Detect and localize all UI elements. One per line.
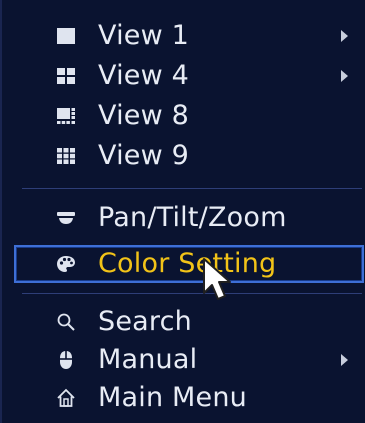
mouse-pointer-icon	[203, 258, 231, 300]
mouse-icon	[56, 350, 76, 370]
menu-item-view-4[interactable]: View 4	[2, 56, 365, 96]
menu-item-label: View 9	[98, 139, 190, 171]
submenu-arrow-icon	[341, 70, 348, 82]
menu-item-view-9[interactable]: View 9	[2, 136, 365, 176]
menu-item-label: Search	[98, 305, 192, 337]
menu-item-view-8[interactable]: View 8	[2, 96, 365, 136]
menu-divider	[22, 188, 362, 189]
quad-view-icon	[56, 66, 76, 86]
palette-icon	[56, 254, 76, 274]
menu-item-pan-tilt-zoom[interactable]: Pan/Tilt/Zoom	[2, 198, 365, 238]
menu-item-label: View 1	[98, 19, 190, 51]
home-icon	[56, 388, 76, 408]
menu-item-color-setting[interactable]: Color Setting	[14, 245, 364, 283]
context-menu: View 1 View 4 View 8 View 9 Pan/Tilt/Zoo…	[0, 0, 365, 423]
menu-item-label: View 8	[98, 99, 190, 131]
submenu-arrow-icon	[341, 30, 348, 42]
menu-divider	[22, 293, 362, 294]
menu-item-search[interactable]: Search	[2, 302, 365, 342]
menu-item-label: Pan/Tilt/Zoom	[98, 201, 287, 233]
single-view-icon	[56, 26, 76, 46]
menu-item-label: Manual	[98, 343, 198, 375]
nine-view-icon	[56, 146, 76, 166]
menu-item-view-1[interactable]: View 1	[2, 16, 365, 56]
menu-item-main-menu[interactable]: Main Menu	[2, 378, 365, 418]
ptz-camera-icon	[56, 208, 76, 228]
menu-item-label: Main Menu	[98, 381, 247, 413]
menu-item-label: Color Setting	[98, 247, 277, 279]
menu-item-label: View 4	[98, 59, 190, 91]
eight-view-icon	[56, 106, 76, 126]
submenu-arrow-icon	[341, 354, 348, 366]
search-icon	[56, 312, 76, 332]
menu-item-manual[interactable]: Manual	[2, 340, 365, 380]
